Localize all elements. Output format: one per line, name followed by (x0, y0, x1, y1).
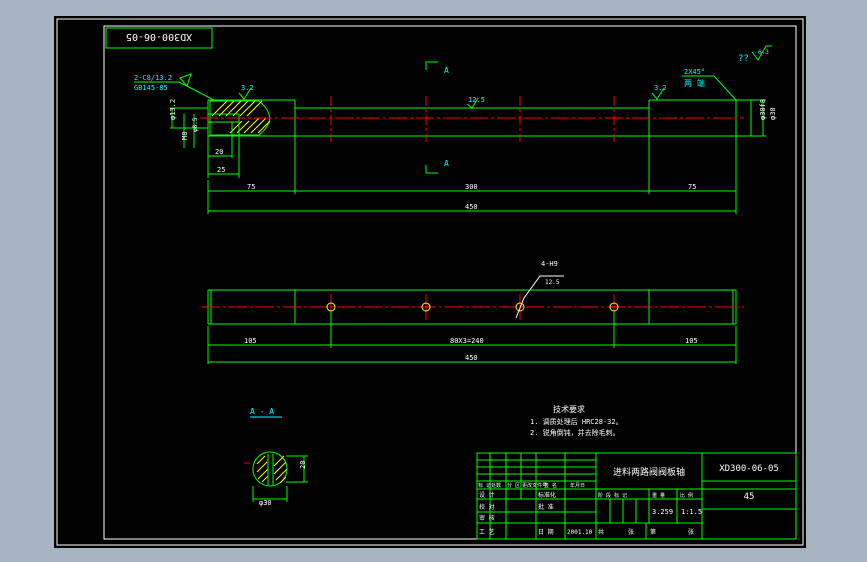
tech-item-2: 2. 锐角倒钝，并去除毛刺。 (530, 428, 620, 437)
section-hatch (256, 455, 288, 484)
section-hatch (211, 100, 271, 134)
drawing-number: XD300-06-05 (719, 464, 779, 474)
tech-item-1: 1. 调质处理后 HRC28-32。 (530, 417, 623, 426)
label-review: 审 核 (479, 514, 495, 522)
label-stage: 阶 段 标 记 (598, 492, 627, 499)
section-label-top: A (444, 66, 449, 75)
label-approve: 批 准 (538, 503, 554, 511)
rotated-drawing-number: XD300-06-05 (126, 31, 192, 42)
outer-border (56, 18, 804, 546)
left-diameter: φ13.2 (169, 99, 177, 120)
chamfer-note: 2X45° (684, 68, 705, 76)
label-count: 处数 (491, 482, 501, 489)
part-name: 进料两路阀阀板轴 (613, 466, 685, 478)
dim-80x3: 80X3=240 (450, 337, 484, 345)
chamfer-note-ends: 两 端 (684, 78, 705, 88)
roughness-symbol (179, 73, 192, 87)
tech-title: 技术要求 (553, 404, 585, 414)
label-process: 工 艺 (479, 528, 495, 536)
right-diameter-1: φ30f8 (759, 99, 767, 120)
label-zone: 分 区 (507, 482, 520, 489)
dim-450: 450 (465, 203, 478, 211)
label-sign: 签 名 (544, 482, 557, 489)
dim-25: 25 (217, 166, 225, 174)
section-aa: A - A 20 φ30 (244, 407, 308, 507)
right-diameter-2: φ30 (769, 107, 777, 120)
roughness-corner: 6.3 (758, 49, 769, 56)
tech-requirements: 技术要求 1. 调质处理后 HRC28-32。 2. 锐角倒钝，并去除毛刺。 (530, 404, 623, 437)
center-hole-note: 2-C8/13.2 (134, 74, 172, 82)
label-mark: 标 记 (478, 482, 491, 489)
dim-105-left: 105 (244, 337, 257, 345)
label-nth: 第 (650, 528, 656, 536)
dim-450: 450 (465, 354, 478, 362)
drawing-canvas: XD300-06-05 A A 2-C8/13.2 GB145-85 3.2 1… (56, 18, 804, 546)
roughness-right: 3.2 (654, 84, 667, 92)
dim-20: 20 (215, 148, 223, 156)
section-label-bottom: A (444, 159, 449, 168)
label-standard: 标准化 (538, 491, 556, 499)
section-marker-top (425, 61, 438, 70)
weight-value: 3.259 (652, 508, 673, 516)
scale-value: 1:1.5 (681, 508, 702, 516)
section-title: A - A (250, 407, 274, 416)
thread-size: M8 (181, 132, 189, 140)
section-dim-20: 20 (299, 461, 307, 469)
date-value: 2001.10 (567, 529, 593, 536)
label-date-short: 日 期 (538, 528, 554, 536)
hole-note: 4-H9 (541, 260, 558, 268)
drawing-frame: XD300-06-05 A A 2-C8/13.2 GB145-85 3.2 1… (54, 16, 806, 548)
roughness-left: 3.2 (241, 84, 254, 92)
hole-roughness: 12.5 (545, 279, 560, 286)
label-check: 校 对 (479, 503, 495, 511)
material: 45 (744, 492, 755, 502)
side-view: 4-H9 12.5 105 80X3=240 105 450 (202, 260, 744, 364)
top-view: A A 2-C8/13.2 GB145-85 3.2 12.5 3.2 2X45… (134, 45, 777, 214)
dim-300: 300 (465, 183, 478, 191)
thread-diameter: φ8.5 (192, 117, 199, 132)
dim-75-right: 75 (688, 183, 696, 191)
section-marker-bottom (425, 165, 438, 174)
dim-105-right: 105 (685, 337, 698, 345)
label-total: 共 (598, 528, 604, 536)
label-scale: 比 例 (680, 492, 693, 499)
center-hole-standard: GB145-85 (134, 84, 168, 92)
label-sheet: 张 (628, 528, 634, 536)
dim-75-left: 75 (247, 183, 255, 191)
label-design: 设 计 (479, 491, 495, 499)
title-block: 进料两路阀阀板轴 XD300-06-05 45 标 记 处数 分 区 更改文件号… (476, 452, 797, 540)
section-dim-diameter: φ30 (259, 499, 272, 507)
label-weight: 重 量 (652, 492, 665, 499)
label-sheets: 张 (688, 528, 694, 536)
tolerance-note: ?? (738, 54, 749, 64)
label-date: 年月日 (570, 482, 585, 489)
